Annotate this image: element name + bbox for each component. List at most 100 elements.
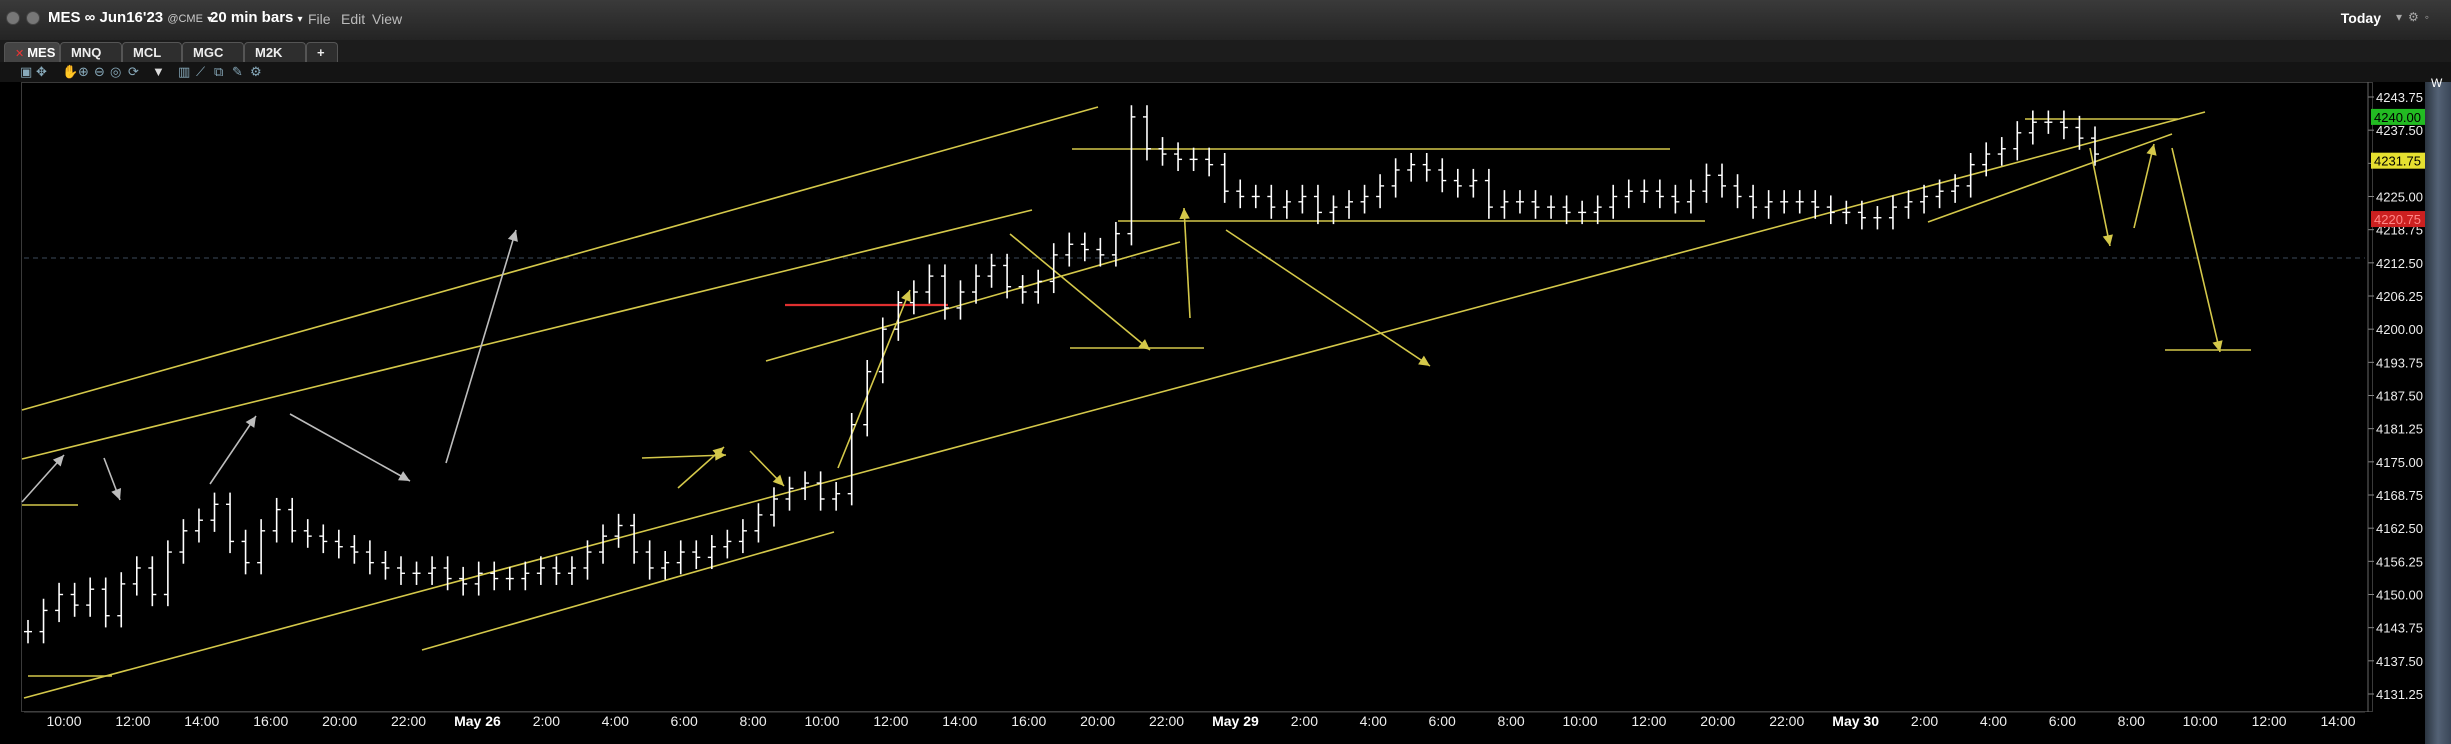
drawing-layer — [21, 106, 2365, 699]
price-bar — [614, 513, 623, 548]
add-tab-button[interactable]: + — [306, 42, 338, 62]
layout-icon[interactable]: ▥ — [178, 64, 190, 80]
price-bar — [1422, 152, 1431, 182]
menu-edit[interactable]: Edit — [341, 11, 365, 27]
price-bar — [552, 556, 561, 585]
tab-m2k[interactable]: M2K — [244, 42, 306, 62]
price-bar — [1873, 206, 1882, 230]
price-tag: 4231.75 — [2371, 152, 2427, 169]
symbol-selector[interactable]: MES ∞ Jun16'23 @CME ▾ — [48, 9, 212, 26]
pan-tool-icon[interactable]: ✋ — [62, 64, 78, 80]
drawing-arrow — [749, 450, 785, 487]
price-bar — [1360, 184, 1369, 214]
price-bar — [816, 471, 825, 511]
price-bar — [288, 497, 297, 543]
price-bar — [1997, 137, 2006, 166]
price-bar — [1780, 190, 1789, 214]
crosshair-tool-icon[interactable]: ✥ — [36, 64, 47, 80]
trendline — [21, 209, 1033, 460]
menu-view[interactable]: View — [372, 11, 402, 27]
arrow-head — [507, 230, 518, 242]
price-bar — [303, 519, 312, 548]
exchange-label: @CME — [167, 13, 203, 25]
price-bar — [210, 492, 219, 532]
price-bar — [1640, 179, 1649, 203]
time-axis-label: 20:00 — [1080, 713, 1115, 729]
price-bar — [599, 524, 608, 564]
price-bar — [2013, 121, 2022, 161]
arrow-shaft — [209, 415, 257, 485]
target-icon[interactable]: ◎ — [110, 64, 121, 80]
drawing-arrow — [1225, 229, 1431, 367]
price-tag-label: 4220.75 — [2374, 212, 2421, 227]
price-bar — [707, 535, 716, 570]
drawing-arrow — [837, 289, 911, 469]
arrow-shaft — [2171, 147, 2221, 353]
price-bar — [1282, 190, 1291, 219]
time-axis-label: 10:00 — [46, 713, 81, 729]
time-axis-label: 20:00 — [322, 713, 357, 729]
zoom-out-icon[interactable]: ⊖ — [94, 64, 105, 80]
menu-file[interactable]: File — [308, 11, 331, 27]
tab-mgc[interactable]: MGC — [182, 42, 244, 62]
price-bar — [474, 561, 483, 596]
price-bar — [894, 290, 903, 341]
price-tag: 4220.75 — [2371, 211, 2427, 228]
close-window-icon[interactable] — [6, 11, 20, 25]
price-bar — [521, 561, 530, 591]
price-bar — [1702, 163, 1711, 203]
link-icon[interactable]: ⧉ — [214, 64, 223, 80]
minimize-window-icon[interactable] — [26, 11, 40, 25]
price-bar — [1267, 184, 1276, 219]
tab-mes[interactable]: ✕ MES — [4, 42, 60, 62]
drawing-arrow — [1009, 233, 1151, 351]
line-tool-icon[interactable]: ⟋ — [196, 64, 205, 80]
zoom-in-icon[interactable]: ⊕ — [78, 64, 89, 80]
price-bar — [723, 529, 732, 559]
trendline — [1927, 133, 2173, 223]
close-tab-icon[interactable]: ✕ — [15, 48, 24, 60]
arrow-shaft — [1183, 207, 1191, 319]
arrow-head — [1418, 355, 1430, 366]
time-axis-label: 4:00 — [1980, 713, 2007, 729]
time-axis-label: 2:00 — [533, 713, 560, 729]
price-bar — [1671, 184, 1680, 214]
side-panel-strip: W — [2425, 76, 2451, 744]
time-axis-label: 12:00 — [115, 713, 150, 729]
time-axis-label: 2:00 — [1911, 713, 1938, 729]
arrow-shaft — [837, 289, 911, 469]
settings-tool-icon[interactable]: ⚙ — [250, 64, 262, 80]
drawing-arrow — [677, 446, 725, 489]
price-bar — [925, 264, 934, 304]
paint-tool-icon[interactable]: ✎ — [232, 64, 243, 80]
drawing-arrow — [103, 457, 122, 501]
time-axis-label: 10:00 — [804, 713, 839, 729]
bar-size-selector[interactable]: 20 min bars ▾ — [210, 9, 303, 26]
cursor-tool-icon[interactable]: ▣ — [20, 64, 32, 80]
price-chart[interactable]: 4243.754237.504231.254225.004218.754212.… — [0, 82, 2451, 744]
price-bar — [2044, 110, 2053, 134]
price-bar — [1515, 190, 1524, 214]
arrow-shaft — [2133, 143, 2155, 229]
price-bar — [148, 556, 157, 607]
arrow-head — [245, 416, 256, 428]
reset-zoom-icon[interactable]: ⟳ — [128, 64, 139, 80]
time-axis-label: 4:00 — [602, 713, 629, 729]
filter-icon[interactable]: ▼ — [152, 64, 165, 79]
price-bar — [117, 572, 126, 628]
price-bar — [1018, 275, 1027, 304]
window-settings-icons[interactable]: ▾⚙◦ — [2396, 10, 2435, 24]
price-bar — [1531, 190, 1540, 219]
price-bar — [1593, 195, 1602, 225]
price-bar — [319, 524, 328, 554]
price-bar — [1888, 195, 1897, 230]
tab-mcl[interactable]: MCL — [122, 42, 182, 62]
price-axis-label: 4200.00 — [2376, 322, 2423, 337]
price-bar — [754, 503, 763, 543]
price-bars — [24, 105, 2099, 644]
tab-mnq[interactable]: MNQ — [60, 42, 122, 62]
price-axis: 4243.754237.504231.254225.004218.754212.… — [2367, 82, 2423, 712]
today-selector[interactable]: Today — [2341, 10, 2381, 26]
price-bar — [832, 481, 841, 511]
price-tag-label: 4231.75 — [2374, 154, 2421, 169]
